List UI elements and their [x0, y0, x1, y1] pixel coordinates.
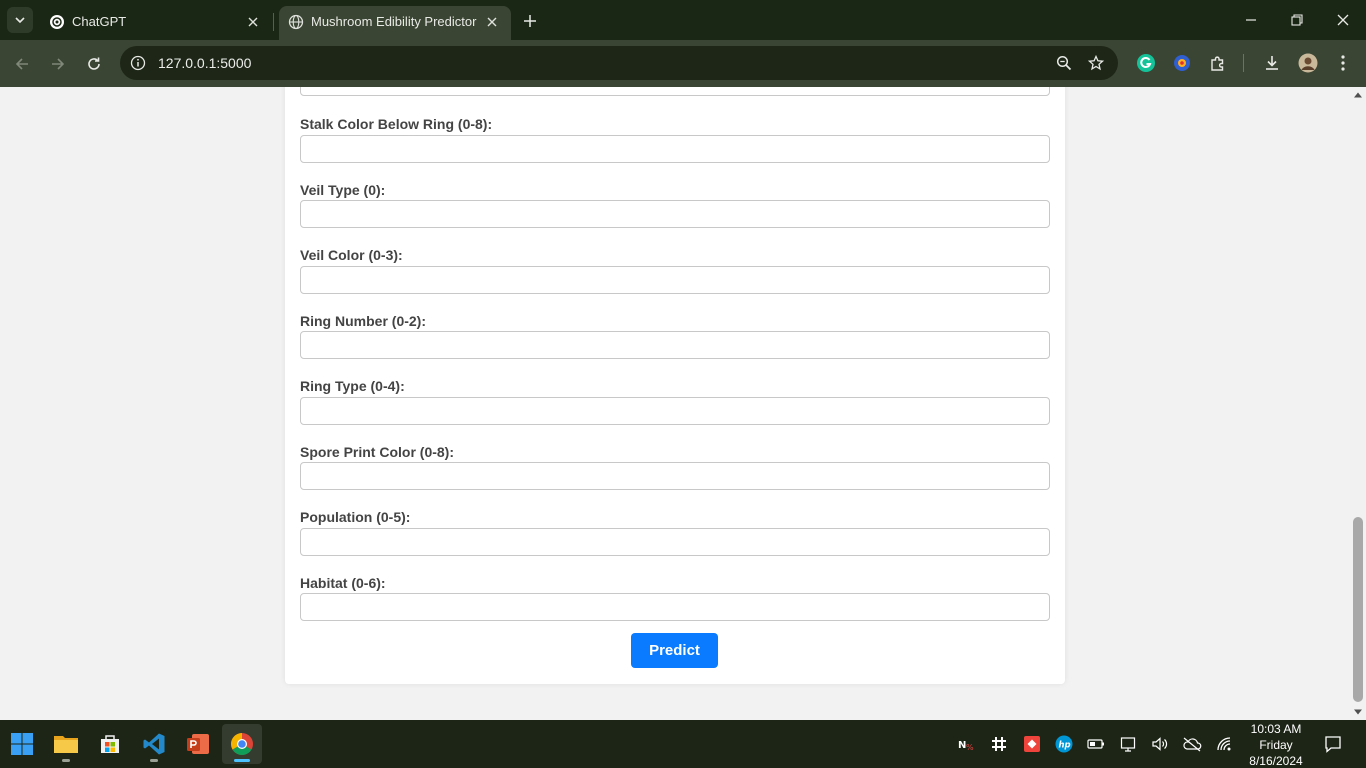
- clock-date: 8/16/2024: [1249, 754, 1303, 768]
- field-label-veil-type: Veil Type (0):: [300, 182, 386, 198]
- address-bar[interactable]: 127.0.0.1:5000: [120, 46, 1118, 80]
- file-explorer-icon: [54, 736, 78, 753]
- field-label-veil-color: Veil Color (0-3):: [300, 247, 403, 263]
- extensions-puzzle-icon[interactable]: [1207, 52, 1229, 74]
- taskbar-file-explorer[interactable]: [46, 724, 86, 764]
- field-input-previous[interactable]: [300, 87, 1050, 96]
- extension-icon[interactable]: [1171, 52, 1193, 74]
- tab-mushroom-predictor[interactable]: Mushroom Edibility Predictor: [279, 6, 511, 40]
- tab-separator: [273, 13, 274, 31]
- tab-title: Mushroom Edibility Predictor: [311, 14, 477, 29]
- volume-icon[interactable]: [1148, 732, 1172, 756]
- anydesk-tray-icon[interactable]: [1020, 732, 1044, 756]
- scroll-up-arrow-icon[interactable]: [1350, 87, 1366, 103]
- chrome-icon: [231, 733, 253, 755]
- minimize-icon: [1246, 19, 1256, 21]
- field-input-stalk-color-below-ring[interactable]: [300, 135, 1050, 163]
- field-input-veil-color[interactable]: [300, 266, 1050, 294]
- restore-icon: [1291, 14, 1303, 26]
- taskbar-powerpoint[interactable]: [178, 724, 218, 764]
- battery-icon[interactable]: [1084, 732, 1108, 756]
- svg-text:hp: hp: [1059, 741, 1071, 751]
- drive-tray-icon[interactable]: [1116, 732, 1140, 756]
- grammarly-icon[interactable]: [1135, 52, 1157, 74]
- field-input-population[interactable]: [300, 528, 1050, 556]
- slack-tray-icon[interactable]: [987, 732, 1011, 756]
- wifi-icon[interactable]: [1213, 732, 1237, 756]
- forward-button[interactable]: [44, 50, 72, 78]
- tab-search-button[interactable]: [7, 7, 33, 33]
- vscode-icon: [143, 733, 165, 755]
- start-button[interactable]: [2, 724, 42, 764]
- scroll-thumb[interactable]: [1353, 517, 1363, 702]
- running-indicator: [62, 759, 70, 762]
- field-label-ring-number: Ring Number (0-2):: [300, 313, 426, 329]
- powerpoint-icon: [187, 734, 209, 754]
- arrow-right-icon: [52, 58, 65, 70]
- chatgpt-icon: [49, 14, 65, 30]
- menu-kebab-icon[interactable]: [1332, 52, 1354, 74]
- page-scrollbar[interactable]: [1350, 87, 1366, 720]
- onedrive-offline-icon[interactable]: [1180, 732, 1204, 756]
- field-input-veil-type[interactable]: [300, 200, 1050, 228]
- field-label-spore-print-color: Spore Print Color (0-8):: [300, 444, 455, 460]
- tab-chatgpt[interactable]: ChatGPT: [40, 6, 272, 40]
- new-tab-button[interactable]: [518, 9, 542, 33]
- reload-icon: [88, 57, 100, 70]
- field-input-spore-print-color[interactable]: [300, 462, 1050, 490]
- site-info-icon[interactable]: [128, 53, 148, 73]
- field-input-ring-number[interactable]: [300, 331, 1050, 359]
- scroll-down-arrow-icon[interactable]: [1350, 704, 1366, 720]
- taskbar-chrome[interactable]: [222, 724, 262, 764]
- field-input-ring-type[interactable]: [300, 397, 1050, 425]
- field-label-habitat: Habitat (0-6):: [300, 575, 386, 591]
- taskbar: N% hp 10:03 AM Friday 8/16/2024: [0, 720, 1366, 768]
- onenote-tray-icon[interactable]: N%: [955, 732, 979, 756]
- field-label-population: Population (0-5):: [300, 509, 411, 525]
- bookmark-star-icon[interactable]: [1086, 53, 1106, 73]
- taskbar-clock[interactable]: 10:03 AM Friday 8/16/2024: [1246, 721, 1306, 768]
- close-icon[interactable]: [244, 13, 262, 31]
- close-icon[interactable]: [483, 13, 501, 31]
- microsoft-store-icon: [101, 735, 119, 753]
- running-indicator: [234, 759, 250, 762]
- toolbar-separator: [1243, 54, 1244, 72]
- tab-title: ChatGPT: [72, 14, 127, 29]
- taskbar-microsoft-store[interactable]: [90, 724, 130, 764]
- predict-button[interactable]: Predict: [631, 633, 718, 668]
- browser-tab-strip: ChatGPT Mushroom Edibility Predictor: [0, 0, 1366, 40]
- form-card: Stalk Color Below Ring (0-8): Veil Type …: [285, 87, 1065, 684]
- close-icon: [1337, 14, 1349, 26]
- plus-icon: [524, 15, 536, 27]
- running-indicator: [150, 759, 158, 762]
- hp-tray-icon[interactable]: hp: [1052, 732, 1076, 756]
- minimize-button[interactable]: [1228, 0, 1274, 40]
- field-label-stalk-color-below-ring: Stalk Color Below Ring (0-8):: [300, 116, 493, 132]
- url-text: 127.0.0.1:5000: [158, 55, 252, 71]
- taskbar-vscode[interactable]: [134, 724, 174, 764]
- arrow-left-icon: [15, 58, 28, 70]
- notification-center-icon[interactable]: [1321, 732, 1345, 756]
- globe-icon: [288, 14, 304, 30]
- back-button[interactable]: [8, 50, 36, 78]
- field-label-ring-type: Ring Type (0-4):: [300, 378, 405, 394]
- reload-button[interactable]: [80, 50, 108, 78]
- clock-time: 10:03 AM: [1250, 722, 1302, 736]
- restore-button[interactable]: [1274, 0, 1320, 40]
- close-window-button[interactable]: [1320, 0, 1366, 40]
- chevron-down-icon: [15, 17, 25, 24]
- page-viewport: Stalk Color Below Ring (0-8): Veil Type …: [0, 87, 1350, 720]
- profile-avatar[interactable]: [1297, 52, 1319, 74]
- clock-day: Friday: [1259, 738, 1293, 752]
- start-icon: [11, 733, 33, 755]
- zoom-icon[interactable]: [1054, 53, 1074, 73]
- download-icon[interactable]: [1261, 52, 1283, 74]
- browser-toolbar: 127.0.0.1:5000: [0, 40, 1366, 87]
- field-input-habitat[interactable]: [300, 593, 1050, 621]
- svg-text:%: %: [966, 743, 974, 752]
